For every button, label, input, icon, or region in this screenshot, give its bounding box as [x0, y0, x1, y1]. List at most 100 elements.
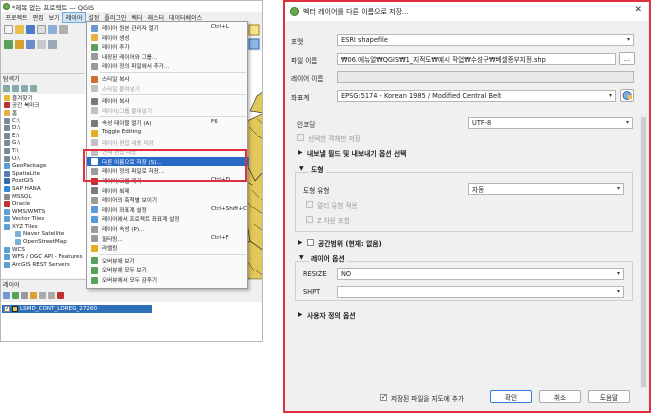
multi-type-checkbox[interactable] [306, 201, 313, 208]
add-vector-layer-icon[interactable] [4, 39, 13, 49]
layer-options-title[interactable]: 레이어 옵션 [309, 253, 347, 263]
context-menu-item[interactable]: 오버뷰에서 모두 감추기 [87, 275, 249, 285]
browser-item[interactable]: ArcGIS REST Servers [1, 261, 85, 269]
browser-item[interactable]: Oracle [1, 200, 85, 208]
context-menu-item[interactable]: 속성 테이블 열기 (A) F6 [87, 118, 249, 128]
context-menu-item[interactable]: 레이어에서 프로젝트 좌표계 설정 [87, 214, 249, 224]
browser-item[interactable]: T:\ [1, 147, 85, 155]
options-scrollbar[interactable] [640, 114, 647, 389]
export-fields-section[interactable]: 내보낼 필드 및 내보내기 옵션 선택 [307, 148, 406, 158]
scrollbar-thumb[interactable] [641, 117, 646, 387]
menu-item[interactable]: 편집 [30, 13, 46, 22]
browser-item[interactable]: G:\ [1, 140, 85, 148]
add-delimited-text-icon[interactable] [26, 39, 35, 49]
geometry-type-select[interactable]: 자동 ▾ [468, 183, 624, 195]
collapse-all-icon[interactable] [21, 85, 28, 92]
context-menu-item[interactable]: 레이어 속성 (P)... [87, 224, 249, 234]
context-menu-item[interactable]: 레이어의 축척별 보이기 [87, 195, 249, 205]
context-menu-item[interactable]: 오버뷰에 보기 [87, 256, 249, 266]
remove-layer-icon[interactable] [57, 292, 64, 299]
context-menu-item[interactable]: 레이어 복사 [87, 96, 249, 106]
open-layer-styling-icon[interactable] [3, 292, 10, 299]
context-menu-item[interactable]: 레이어 추가 [87, 42, 249, 52]
add-spatialite-icon[interactable] [37, 39, 46, 49]
encoding-select[interactable]: UTF-8 ▾ [468, 117, 633, 129]
context-menu-item[interactable]: 레이어 생성 [87, 33, 249, 43]
add-raster-layer-icon[interactable] [15, 39, 24, 49]
menu-item[interactable]: 보기 [46, 13, 62, 22]
save-project-icon[interactable] [26, 24, 35, 34]
help-button[interactable]: 도움말 [588, 390, 630, 403]
collapse-arrow-icon[interactable]: ▼ [299, 254, 304, 261]
context-menu-item[interactable]: 필터링... Ctrl+F [87, 234, 249, 244]
browser-item[interactable]: OpenStreetMap [1, 238, 85, 246]
crs-select[interactable]: EPSG:5174 - Korean 1985 / Modified Centr… [337, 90, 616, 102]
browser-item[interactable]: C:\ [1, 117, 85, 125]
extent-section[interactable]: 공간범위 (현재: 없음) [318, 238, 382, 248]
expand-all-icon[interactable] [39, 292, 46, 299]
collapse-all-layers-icon[interactable] [48, 292, 55, 299]
close-icon[interactable]: ✕ [634, 5, 642, 15]
browser-item[interactable]: Naver Satellite [1, 231, 85, 239]
expand-arrow-icon[interactable]: ▶ [298, 149, 303, 156]
refresh-icon[interactable] [3, 85, 10, 92]
browser-item[interactable]: 즐겨찾기 [1, 94, 85, 102]
extent-checkbox[interactable] [307, 239, 314, 246]
collapse-arrow-icon[interactable]: ▼ [299, 165, 304, 172]
layout-manager-icon[interactable] [48, 24, 57, 34]
context-menu-item[interactable]: Toggle Editing [87, 128, 249, 138]
browser-item[interactable]: SpatiaLite [1, 170, 85, 178]
browser-item[interactable]: Vector Tiles [1, 216, 85, 224]
save-selected-checkbox[interactable] [297, 134, 304, 141]
browser-item[interactable]: D:\ [1, 124, 85, 132]
cancel-button[interactable]: 취소 [539, 390, 581, 403]
filename-input[interactable]: ₩06.에뉴얼₩QGIS₩1_지적도₩예시 작업₩수성구₩베셀중부지정.shp [337, 53, 616, 65]
menu-item[interactable]: 레이어 [62, 11, 86, 23]
custom-options-section[interactable]: 사용자 정의 옵션 [307, 310, 356, 320]
expand-arrow-icon[interactable]: ▶ [298, 311, 303, 318]
context-menu-item[interactable]: 스타일 복사 [87, 74, 249, 84]
browser-item[interactable]: 공간 북마크 [1, 102, 85, 109]
add-to-map-checkbox[interactable] [380, 393, 387, 401]
new-project-icon[interactable] [4, 24, 13, 34]
layer-visibility-checkbox[interactable]: ✓ [4, 306, 10, 312]
context-menu-item[interactable]: 라벨링 [87, 243, 249, 253]
shpt-select[interactable]: ▾ [337, 286, 624, 298]
enable-properties-icon[interactable] [30, 85, 37, 92]
browser-item[interactable]: 홈 [1, 109, 85, 117]
ok-button[interactable]: 확인 [490, 390, 532, 403]
context-menu-item[interactable]: 레이어 정의 파일에서 추가... [87, 61, 249, 71]
print-layout-icon[interactable] [37, 24, 46, 34]
geometry-section-title[interactable]: 도형 [309, 164, 326, 174]
browser-item[interactable]: E:\ [1, 132, 85, 140]
menu-item[interactable]: 프로젝트 [3, 13, 30, 22]
context-menu-item[interactable]: 레이어 복제 [87, 186, 249, 196]
context-menu-item[interactable]: 레이어 좌표계 설정 Ctrl+Shift+C [87, 205, 249, 215]
add-postgis-icon[interactable] [48, 39, 57, 49]
browser-item[interactable]: WFS / OGC API - Features [1, 253, 85, 261]
expand-arrow-icon[interactable]: ▶ [298, 239, 303, 246]
browser-item[interactable]: U:\ [1, 155, 85, 163]
browser-item[interactable]: PostGIS [1, 178, 85, 186]
context-menu-item[interactable]: 오버뷰에 모두 보기 [87, 265, 249, 275]
manage-map-themes-icon[interactable] [21, 292, 28, 299]
layer-item[interactable]: ✓ LSMD_CONT_LDREG_27260 [2, 305, 152, 313]
z-dimension-checkbox[interactable] [306, 216, 313, 223]
layername-input[interactable] [337, 71, 634, 83]
browser-item[interactable]: GeoPackage [1, 162, 85, 170]
format-select[interactable]: ESRI shapefile ▾ [337, 34, 634, 46]
context-menu-item[interactable]: 레이어 원본 관리자 열기 Ctrl+L [87, 23, 249, 33]
browse-button[interactable]: ... [619, 52, 635, 65]
resize-select[interactable]: NO ▾ [337, 268, 624, 280]
filter-legend-icon[interactable] [30, 292, 37, 299]
context-menu-item[interactable]: 내장된 레이어와 그룹... [87, 52, 249, 62]
open-project-icon[interactable] [15, 24, 24, 34]
crs-selector-button[interactable] [620, 89, 634, 102]
browser-item[interactable]: SAP HANA [1, 185, 85, 193]
browser-item[interactable]: WCS [1, 246, 85, 254]
browser-item[interactable]: XYZ Tiles [1, 223, 85, 231]
filter-icon[interactable] [12, 85, 19, 92]
style-manager-icon[interactable] [59, 24, 68, 34]
browser-item[interactable]: MSSQL [1, 193, 85, 201]
add-group-icon[interactable] [12, 292, 19, 299]
